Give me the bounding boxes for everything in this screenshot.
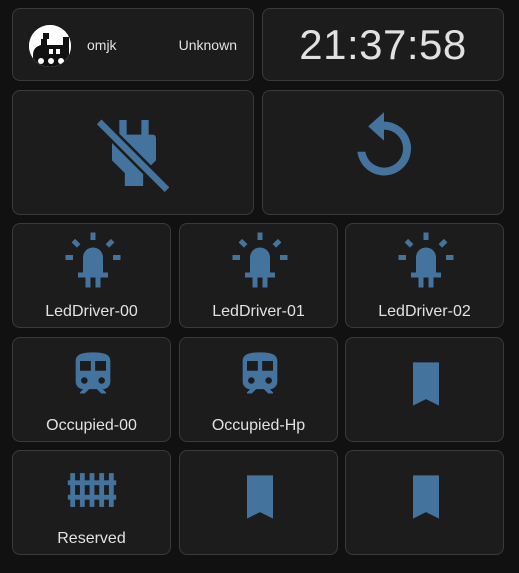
- power-plug-off-icon: [90, 109, 178, 197]
- entity-name: omjk: [87, 37, 117, 53]
- entity-state: Unknown: [178, 37, 237, 53]
- bookmark-button[interactable]: [345, 337, 504, 442]
- railway-track-icon: [63, 461, 121, 519]
- led-icon: [63, 230, 123, 290]
- led-icon: [230, 230, 290, 290]
- led-icon: [396, 230, 456, 290]
- bookmark-icon: [400, 471, 452, 523]
- bookmark-icon: [400, 358, 452, 410]
- train-icon: [234, 348, 286, 400]
- led-driver-button[interactable]: LedDriver-02: [345, 223, 504, 328]
- occupied-button[interactable]: Occupied-Hp: [179, 337, 338, 442]
- button-label: LedDriver-02: [378, 303, 471, 320]
- reserved-button[interactable]: Reserved: [12, 450, 171, 555]
- bookmark-button[interactable]: [179, 450, 338, 555]
- button-label: Occupied-00: [46, 417, 137, 434]
- bookmark-icon: [234, 471, 286, 523]
- status-card[interactable]: omjk Unknown: [12, 8, 254, 81]
- restart-icon: [346, 109, 422, 185]
- button-label: Occupied-Hp: [211, 417, 306, 434]
- button-label: LedDriver-01: [212, 303, 305, 320]
- led-driver-button[interactable]: LedDriver-01: [179, 223, 338, 328]
- clock-card: 21:37:58: [262, 8, 504, 81]
- train-icon: [67, 348, 119, 400]
- occupied-button[interactable]: Occupied-00: [12, 337, 171, 442]
- button-label: Reserved: [57, 530, 126, 547]
- clock-time: 21:37:58: [299, 21, 467, 68]
- train-avatar-icon: [29, 25, 71, 67]
- bookmark-button[interactable]: [345, 450, 504, 555]
- led-driver-button[interactable]: LedDriver-00: [12, 223, 171, 328]
- restart-button[interactable]: [262, 90, 504, 215]
- power-plug-off-button[interactable]: [12, 90, 254, 215]
- button-label: LedDriver-00: [45, 303, 138, 320]
